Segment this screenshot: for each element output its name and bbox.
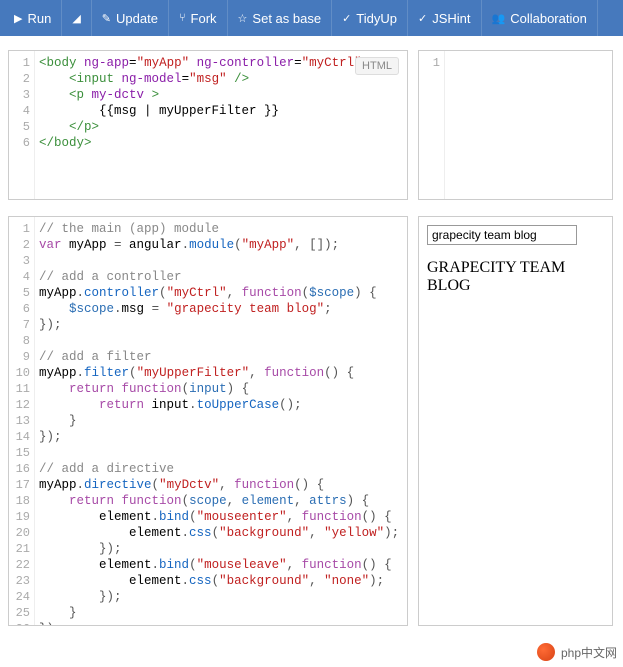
update-button[interactable]: ✎ Update <box>92 0 169 36</box>
html-editor-panel[interactable]: HTML 1 2 3 4 5 6 <body ng-app="myApp" ng… <box>8 50 408 200</box>
toolbar: ▶ Run ◢ ✎ Update ⑂ Fork ☆ Set as base ✓ TidyU… <box>0 0 623 36</box>
collaboration-button[interactable]: 👥 Collaboration <box>482 0 598 36</box>
css-editor-panel[interactable]: 1 <box>418 50 613 200</box>
play-icon: ▶ <box>14 12 22 25</box>
panels-area: HTML 1 2 3 4 5 6 <body ng-app="myApp" ng… <box>0 36 623 635</box>
star-icon: ☆ <box>238 12 248 25</box>
tidyup-button[interactable]: ✓ TidyUp <box>332 0 408 36</box>
fork-button[interactable]: ⑂ Fork <box>169 0 228 36</box>
bars-icon: ◢ <box>72 12 80 25</box>
watermark-text: php中文网 <box>561 644 617 661</box>
watermark: php中文网 <box>537 643 617 661</box>
js-gutter: 1 2 3 4 5 6 7 8 9 10 11 12 13 14 15 16 1… <box>9 217 35 625</box>
fork-icon: ⑂ <box>179 12 186 24</box>
check-icon: ✓ <box>342 12 351 25</box>
css-code[interactable] <box>445 51 612 55</box>
set-as-base-label: Set as base <box>252 11 321 26</box>
js-editor-panel[interactable]: 1 2 3 4 5 6 7 8 9 10 11 12 13 14 15 16 1… <box>8 216 408 626</box>
fork-label: Fork <box>191 11 217 26</box>
css-gutter: 1 <box>419 51 445 199</box>
pencil-icon: ✎ <box>102 12 111 25</box>
html-gutter: 1 2 3 4 5 6 <box>9 51 35 199</box>
result-output: GRAPECITY TEAM BLOG <box>427 259 604 295</box>
check-icon: ✓ <box>418 12 427 25</box>
result-input[interactable] <box>427 225 577 245</box>
tidyup-label: TidyUp <box>356 11 397 26</box>
run-button[interactable]: ▶ Run <box>4 0 62 36</box>
jshint-button[interactable]: ✓ JSHint <box>408 0 482 36</box>
js-code[interactable]: // the main (app) module var myApp = ang… <box>35 217 407 626</box>
jshint-label: JSHint <box>432 11 470 26</box>
stats-button[interactable]: ◢ <box>62 0 91 36</box>
update-label: Update <box>116 11 158 26</box>
collaboration-label: Collaboration <box>510 11 587 26</box>
html-badge: HTML <box>355 57 399 75</box>
watermark-logo-icon <box>537 643 555 661</box>
set-as-base-button[interactable]: ☆ Set as base <box>228 0 333 36</box>
people-icon: 👥 <box>492 12 506 25</box>
run-label: Run <box>27 11 51 26</box>
result-panel: GRAPECITY TEAM BLOG <box>418 216 613 626</box>
html-code[interactable]: <body ng-app="myApp" ng-controller="myCt… <box>35 51 407 151</box>
